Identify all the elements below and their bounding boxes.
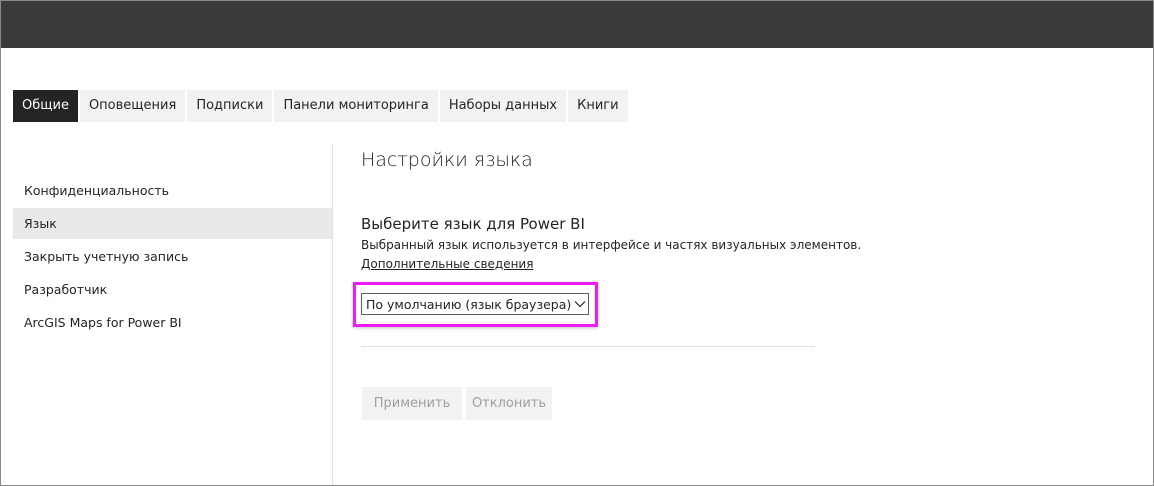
settings-tabs: Общие Оповещения Подписки Панели монитор…: [13, 90, 630, 122]
settings-sidebar: Конфиденциальность Язык Закрыть учетную …: [13, 175, 332, 340]
section-divider: [361, 346, 815, 347]
tab-workbooks[interactable]: Книги: [568, 90, 628, 122]
sidebar-item-arcgis-maps[interactable]: ArcGIS Maps for Power BI: [13, 307, 332, 338]
tab-dashboards[interactable]: Панели мониторинга: [274, 90, 438, 122]
section-title: Выберите язык для Power BI: [361, 215, 585, 233]
settings-window: Общие Оповещения Подписки Панели монитор…: [0, 0, 1154, 486]
sidebar-divider: [332, 145, 333, 485]
learn-more-link[interactable]: Дополнительные сведения: [361, 257, 533, 271]
section-description: Выбранный язык используется в интерфейсе…: [361, 238, 862, 252]
sidebar-item-developer[interactable]: Разработчик: [13, 274, 332, 305]
tab-subscriptions[interactable]: Подписки: [187, 90, 273, 122]
sidebar-item-language[interactable]: Язык: [13, 208, 332, 239]
tab-general[interactable]: Общие: [13, 90, 78, 122]
discard-button[interactable]: Отклонить: [466, 387, 552, 420]
page-title: Настройки языка: [361, 149, 533, 171]
sidebar-item-close-account[interactable]: Закрыть учетную запись: [13, 241, 332, 272]
language-select[interactable]: По умолчанию (язык браузера): [361, 293, 589, 315]
language-select-value: По умолчанию (язык браузера): [366, 296, 572, 312]
sidebar-item-privacy[interactable]: Конфиденциальность: [13, 175, 332, 206]
apply-button[interactable]: Применить: [362, 387, 462, 420]
tab-datasets[interactable]: Наборы данных: [439, 90, 567, 122]
chevron-down-icon: [571, 294, 588, 314]
top-bar: [1, 1, 1153, 48]
tab-alerts[interactable]: Оповещения: [79, 90, 186, 122]
